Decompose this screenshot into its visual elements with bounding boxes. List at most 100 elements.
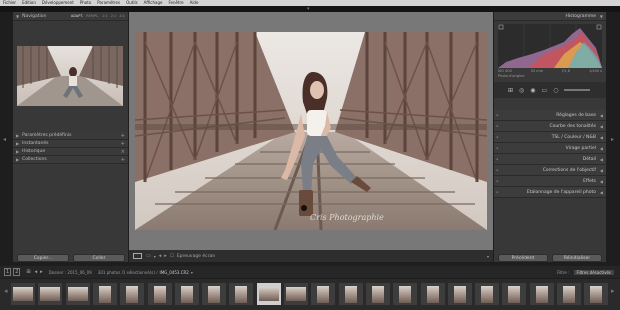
histogram-header[interactable]: Histogramme ▼: [494, 12, 606, 21]
filmstrip-thumbnail[interactable]: [174, 283, 199, 305]
filmstrip-thumbnail[interactable]: [284, 283, 308, 305]
panel-basic[interactable]: ◂ Réglages de base ◀: [494, 110, 606, 121]
spot-removal-icon[interactable]: ◎: [519, 87, 524, 94]
filmstrip-thumbnail[interactable]: [557, 283, 581, 305]
previous-button[interactable]: Précédent: [498, 254, 548, 262]
red-eye-icon[interactable]: ◉: [530, 87, 535, 94]
panel-snapshots[interactable]: ▶ Instantanés +: [13, 140, 128, 148]
panel-effects[interactable]: ◂ Effets ◀: [494, 176, 606, 187]
panel-presets[interactable]: ▶ Paramètres prédéfinis +: [13, 132, 128, 140]
zoom-2-1[interactable]: 2:1: [111, 14, 117, 18]
histogram[interactable]: [498, 24, 602, 68]
panel-collections[interactable]: ▶ Collections +: [13, 156, 128, 164]
filmstrip-thumbnail[interactable]: [338, 283, 363, 305]
panel-toggle-icon[interactable]: ◂: [496, 113, 498, 117]
tool-strip: ⊞ ◎ ◉ ▭ ○: [494, 82, 606, 98]
navigator-header[interactable]: ▼ Navigation ADAPT. REMPL. 1:1 2:1 4:1: [13, 12, 128, 21]
filmstrip-thumbnail[interactable]: [120, 283, 145, 305]
expand-triangle-icon: ◀: [599, 178, 603, 184]
panel-lens-corrections[interactable]: ◂ Corrections de l'objectif ◀: [494, 165, 606, 176]
expand-triangle-icon: ▶: [16, 133, 20, 138]
reset-button[interactable]: Réinitialiser: [552, 254, 602, 262]
filmstrip-thumbnail[interactable]: [229, 283, 254, 305]
panel-toggle-icon[interactable]: ◂: [496, 124, 498, 128]
panel-toggle-icon[interactable]: ◂: [496, 190, 498, 194]
loupe-view-icon[interactable]: [133, 253, 142, 259]
toolbar-menu-icon[interactable]: ▾: [487, 254, 489, 259]
before-after-dropdown-icon[interactable]: ▾: [154, 254, 156, 259]
collapse-right-icon[interactable]: ▸: [611, 136, 614, 143]
filmstrip-thumbnail[interactable]: [256, 283, 281, 305]
filmstrip-thumbnail[interactable]: [65, 283, 90, 305]
folder-path[interactable]: Dossier : 2015_06_09: [49, 270, 92, 275]
target-adjust-dot-icon[interactable]: [301, 205, 307, 211]
primary-window-icon[interactable]: 1: [4, 268, 12, 276]
zoom-fill[interactable]: REMPL.: [86, 14, 99, 18]
panel-split-toning[interactable]: ◂ Virage partiel ◀: [494, 143, 606, 154]
expand-triangle-icon: ◀: [599, 156, 603, 162]
next-photo-icon[interactable]: ▸: [164, 253, 167, 259]
forward-arrow-icon[interactable]: ▸: [40, 269, 43, 275]
left-panels: ▶ Paramètres prédéfinis + ▶ Instantanés …: [13, 132, 128, 164]
panel-toggle-icon[interactable]: ◂: [496, 157, 498, 161]
filmstrip-thumbnail[interactable]: [502, 283, 527, 305]
secondary-window-icon[interactable]: 2: [13, 268, 21, 276]
zoom-4-1[interactable]: 4:1: [119, 14, 125, 18]
panel-tone-curve[interactable]: ◂ Courbe des tonalités ◀: [494, 121, 606, 132]
back-arrow-icon[interactable]: ◂: [35, 269, 38, 275]
zoom-1-1[interactable]: 1:1: [102, 14, 108, 18]
graduated-filter-icon[interactable]: ▭: [542, 87, 548, 94]
filmstrip-thumbnail[interactable]: [447, 283, 472, 305]
filmstrip-thumbnail[interactable]: [92, 283, 117, 305]
soft-proof-checkbox[interactable]: ☐: [170, 254, 174, 259]
filmstrip-thumbnail[interactable]: [529, 283, 554, 305]
radial-filter-icon[interactable]: ○: [553, 87, 558, 94]
history-label: Historique: [22, 149, 46, 154]
clear-history-icon[interactable]: ×: [121, 149, 125, 155]
adjustment-brush-slider[interactable]: [564, 89, 591, 91]
copy-button[interactable]: Copier...: [17, 254, 69, 262]
filmstrip-thumbnail[interactable]: [11, 283, 35, 305]
filmstrip-thumbnail[interactable]: [38, 283, 63, 305]
collapse-triangle-icon: ▼: [16, 13, 20, 19]
thumbnail-image: [67, 287, 88, 301]
navigator-preview[interactable]: [17, 46, 123, 106]
panel-detail[interactable]: ◂ Détail ◀: [494, 154, 606, 165]
panel-history[interactable]: ▶ Historique ×: [13, 148, 128, 156]
filename-dropdown-icon[interactable]: ▾: [191, 270, 193, 275]
zoom-fit[interactable]: ADAPT.: [71, 14, 83, 18]
focal-length: 50 mm: [530, 69, 544, 73]
expand-triangle-icon: ◀: [599, 112, 603, 118]
thumbnail-image: [535, 285, 548, 303]
filmstrip-thumbnail[interactable]: [420, 283, 445, 305]
collapse-left-icon[interactable]: ◂: [3, 136, 6, 143]
add-preset-icon[interactable]: +: [121, 133, 125, 139]
add-snapshot-icon[interactable]: +: [121, 141, 125, 147]
filmstrip-thumbnail[interactable]: [147, 283, 172, 305]
panel-hsl[interactable]: ◂ TSL / Couleur / N&B ◀: [494, 132, 606, 143]
paste-button[interactable]: Coller: [73, 254, 125, 262]
panel-toggle-icon[interactable]: ◂: [496, 168, 498, 172]
filter-dropdown[interactable]: Filtres désactivés: [573, 269, 614, 275]
add-collection-icon[interactable]: +: [121, 157, 125, 163]
panel-toggle-icon[interactable]: ◂: [496, 179, 498, 183]
left-panel: ▼ Navigation ADAPT. REMPL. 1:1 2:1 4:1 ▶…: [13, 12, 128, 262]
panel-toggle-icon[interactable]: ◂: [496, 146, 498, 150]
before-after-icon[interactable]: ▭: [146, 253, 151, 259]
filmstrip-thumbnail[interactable]: [393, 283, 418, 305]
filmstrip-thumbnail[interactable]: [311, 283, 336, 305]
filmstrip-thumbnail[interactable]: [475, 283, 500, 305]
original-photo-label: Photo d'origine: [498, 74, 525, 78]
crop-tool-icon[interactable]: ⊞: [508, 87, 513, 94]
filmstrip-thumbnail[interactable]: [202, 283, 227, 305]
thumbnail-image: [426, 285, 439, 303]
main-photo[interactable]: Cris Photographie: [135, 32, 487, 230]
panel-camera-calibration[interactable]: ◂ Etalonnage de l'appareil photo ◀: [494, 187, 606, 198]
grid-view-icon[interactable]: ⊞: [26, 269, 30, 275]
lens-corrections-label: Corrections de l'objectif: [542, 167, 596, 173]
filmstrip-thumbnail[interactable]: [584, 283, 609, 305]
panel-toggle-icon[interactable]: ◂: [496, 135, 498, 139]
previous-photo-icon[interactable]: ◂: [159, 253, 162, 259]
presets-label: Paramètres prédéfinis: [22, 133, 72, 138]
filmstrip-thumbnail[interactable]: [365, 283, 390, 305]
